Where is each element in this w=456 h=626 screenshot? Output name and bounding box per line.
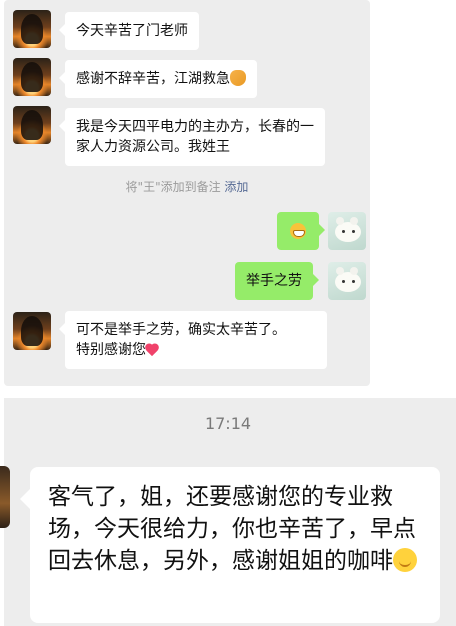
message-bubble[interactable]: 感谢不辞辛苦，江湖救急 bbox=[59, 60, 257, 98]
my-avatar[interactable] bbox=[328, 262, 366, 300]
message-text: 今天辛苦了门老师 bbox=[76, 23, 188, 39]
chat-panel-top: 今天辛苦了门老师 感谢不辞辛苦，江湖救急 我是今天四平电力的主办方，长春的一家人… bbox=[4, 0, 370, 386]
contact-avatar[interactable] bbox=[13, 106, 51, 144]
message-text: 举手之劳 bbox=[246, 273, 302, 289]
message-text: 我是今天四平电力的主办方，长春的一家人力资源公司。我姓王 bbox=[76, 119, 314, 155]
message-bubble[interactable]: 今天辛苦了门老师 bbox=[59, 12, 199, 50]
contact-avatar[interactable] bbox=[13, 10, 51, 48]
add-remark-link[interactable]: 添加 bbox=[224, 180, 248, 194]
contact-avatar-partial[interactable] bbox=[0, 466, 10, 528]
notice-text: 将"王"添加到备注 bbox=[125, 180, 221, 194]
contact-avatar[interactable] bbox=[13, 58, 51, 96]
timestamp: 17:14 bbox=[204, 414, 252, 433]
message-text: 感谢不辞辛苦，江湖救急 bbox=[76, 71, 230, 87]
folded-hands-icon bbox=[230, 70, 246, 86]
message-text-line1: 可不是举手之劳，确实太辛苦了。 bbox=[76, 322, 286, 338]
message-bubble[interactable]: 可不是举手之劳，确实太辛苦了。 特别感谢您 bbox=[59, 311, 327, 369]
message-bubble-outgoing[interactable] bbox=[277, 212, 325, 250]
message-bubble-large[interactable]: 客气了，姐，还要感谢您的专业救场，今天很给力，你也辛苦了，早点回去休息，另外，感… bbox=[20, 467, 440, 623]
heart-icon bbox=[146, 343, 160, 357]
message-bubble-outgoing[interactable]: 举手之劳 bbox=[235, 262, 319, 300]
grinning-face-icon bbox=[290, 223, 306, 239]
message-text: 客气了，姐，还要感谢您的专业救场，今天很给力，你也辛苦了，早点回去休息，另外，感… bbox=[48, 484, 416, 574]
message-text-line2: 特别感谢您 bbox=[76, 342, 146, 358]
smiling-face-icon bbox=[393, 548, 417, 572]
system-notice: 将"王"添加到备注 添加 bbox=[4, 178, 370, 195]
my-avatar[interactable] bbox=[328, 212, 366, 250]
contact-avatar[interactable] bbox=[13, 312, 51, 350]
message-bubble[interactable]: 我是今天四平电力的主办方，长春的一家人力资源公司。我姓王 bbox=[59, 108, 325, 166]
